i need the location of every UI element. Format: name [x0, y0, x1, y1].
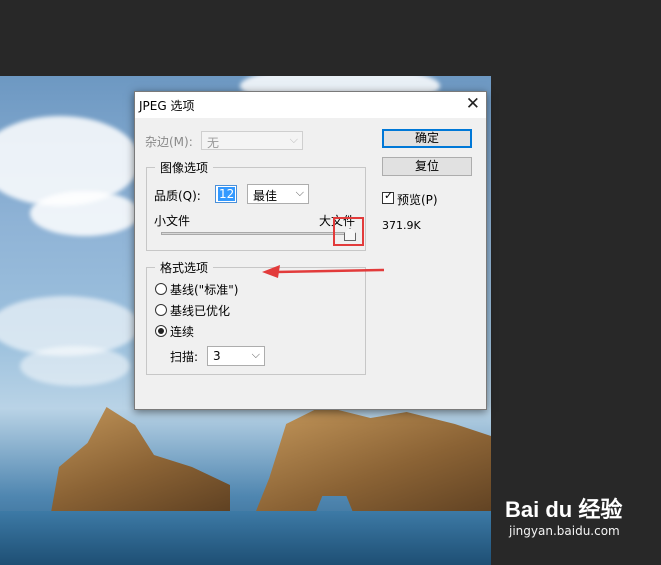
radio-baseline-standard[interactable]	[155, 283, 167, 295]
matte-label: 杂边(M):	[145, 135, 193, 149]
matte-select[interactable]: 无 ⌵	[201, 131, 303, 150]
baidu-watermark: Bai du 经验 jingyan.baidu.com	[505, 492, 622, 538]
scans-select[interactable]: 3 ⌵	[207, 346, 265, 366]
ok-button[interactable]: 确定	[382, 129, 472, 148]
quality-preset-value: 最佳	[253, 189, 278, 203]
scans-label: 扫描:	[170, 350, 199, 364]
chevron-down-icon: ⌵	[289, 133, 298, 146]
preview-checkbox[interactable]: ✓	[382, 189, 394, 204]
annotation-box	[333, 217, 364, 246]
quality-label: 品质(Q):	[154, 189, 201, 203]
file-size: 371.9K	[382, 219, 421, 232]
checkmark-icon: ✓	[384, 189, 394, 202]
image-options-title: 图像选项	[155, 159, 214, 176]
format-options-title: 格式选项	[155, 259, 214, 276]
radio-label: 基线已优化	[170, 304, 231, 318]
left-rock	[49, 407, 230, 521]
preview-label: 预览(P)	[397, 193, 438, 207]
quality-input[interactable]: 12	[215, 185, 237, 203]
dialog-titlebar: JPEG 选项 ✕	[135, 92, 486, 118]
matte-value: 无	[207, 136, 220, 150]
scans-value: 3	[213, 349, 221, 363]
close-icon[interactable]: ✕	[466, 94, 480, 114]
quality-slider-track[interactable]	[161, 232, 351, 235]
dialog-title: JPEG 选项	[139, 99, 195, 113]
radio-baseline-optimized[interactable]	[155, 304, 167, 316]
watermark-url: jingyan.baidu.com	[509, 524, 620, 538]
radio-progressive[interactable]	[155, 325, 167, 337]
radio-label: 基线("标准")	[170, 283, 239, 297]
sea	[0, 511, 491, 565]
chevron-down-icon: ⌵	[251, 348, 260, 361]
chevron-down-icon: ⌵	[295, 186, 304, 199]
watermark-logo: Bai du 经验	[505, 497, 623, 522]
radio-label: 连续	[170, 325, 195, 339]
small-file-label: 小文件	[154, 214, 191, 228]
radio-selected-dot	[158, 328, 164, 334]
quality-preset-select[interactable]: 最佳 ⌵	[247, 184, 309, 204]
right-rock	[250, 406, 491, 526]
annotation-arrow-icon	[262, 265, 385, 278]
reset-button[interactable]: 复位	[382, 157, 472, 176]
quality-value: 12	[218, 187, 236, 201]
